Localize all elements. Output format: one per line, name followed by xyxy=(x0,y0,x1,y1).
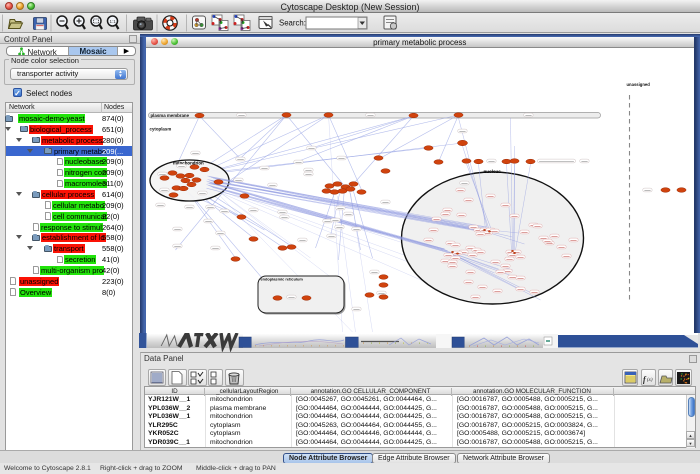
svg-text:nucleus: nucleus xyxy=(483,169,501,174)
svg-text:endoplasmic reticulum: endoplasmic reticulum xyxy=(260,276,303,281)
svg-text:(x): (x) xyxy=(647,378,653,383)
svg-text:unassigned: unassigned xyxy=(626,82,650,87)
svg-text:1:1: 1:1 xyxy=(110,19,117,24)
svg-text:Search:: Search: xyxy=(279,19,306,28)
svg-text:plasma membrane: plasma membrane xyxy=(150,113,189,118)
svg-text:cytoplasm: cytoplasm xyxy=(149,126,171,131)
